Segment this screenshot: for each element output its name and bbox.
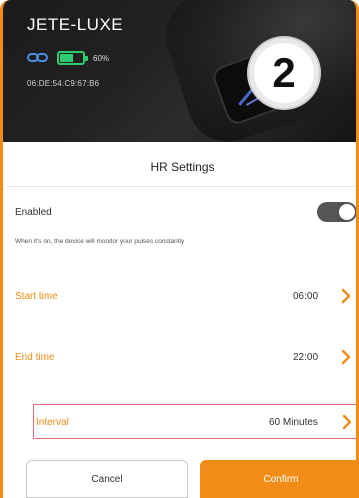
enabled-toggle[interactable] — [317, 202, 356, 222]
end-time-label[interactable]: End time — [15, 352, 54, 363]
start-time-label[interactable]: Start time — [15, 291, 58, 302]
chevron-right-icon[interactable] — [340, 288, 352, 304]
cancel-button[interactable]: Cancel — [26, 460, 188, 498]
enabled-label: Enabled — [15, 207, 52, 218]
app-frame: JETE-LUXE 60% 06:DE:54:C9:67:B6 2 HR Set… — [0, 0, 359, 498]
device-header: JETE-LUXE 60% 06:DE:54:C9:67:B6 2 — [3, 0, 356, 142]
step-badge: 2 — [249, 38, 319, 108]
interval-value[interactable]: 60 Minutes — [269, 417, 318, 428]
interval-label[interactable]: Interval — [36, 417, 69, 428]
link-icon — [27, 52, 49, 64]
confirm-button[interactable]: Confirm — [200, 460, 356, 498]
page-title: HR Settings — [150, 160, 215, 174]
battery-percent: 60% — [93, 53, 110, 63]
chevron-right-icon[interactable] — [340, 349, 352, 365]
device-name: JETE-LUXE — [27, 15, 124, 34]
chevron-right-icon[interactable] — [341, 414, 353, 430]
battery-icon — [57, 51, 88, 65]
toggle-knob — [339, 204, 355, 220]
mac-address: 06:DE:54:C9:67:B6 — [27, 79, 100, 88]
end-time-value[interactable]: 22:00 — [293, 352, 318, 363]
divider — [6, 186, 356, 187]
device-status: 60% — [27, 51, 109, 65]
start-time-value[interactable]: 06:00 — [293, 291, 318, 302]
enabled-hint: When it's on, the device will monitor yo… — [15, 238, 185, 245]
